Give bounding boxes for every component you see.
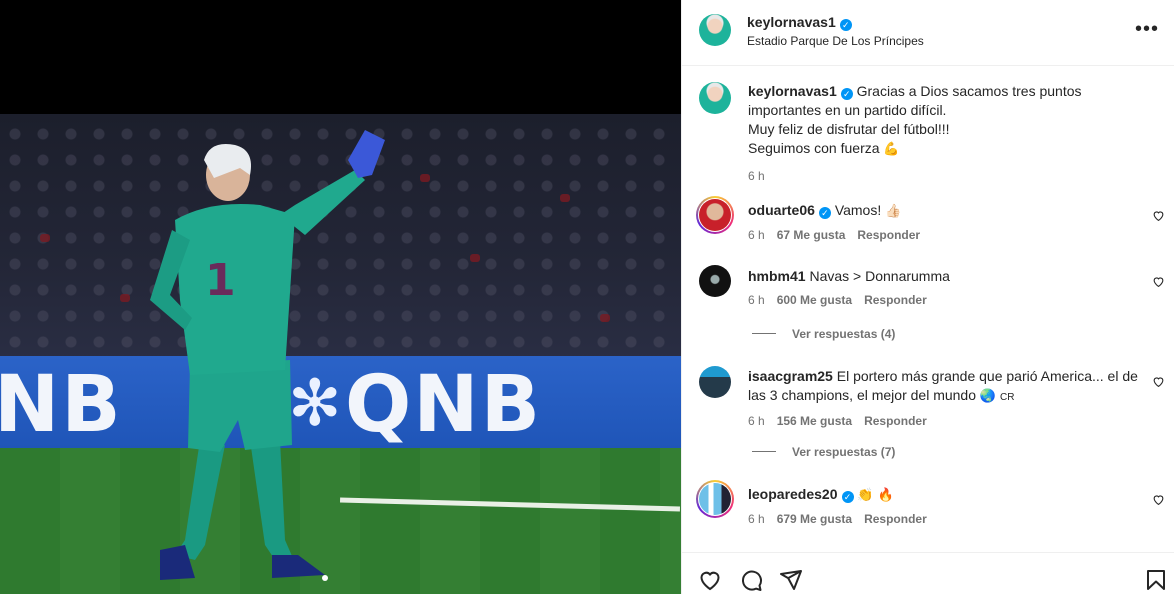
verified-badge-icon: ✓ [818,207,831,219]
caption-line-3: Seguimos con fuerza [748,140,880,156]
verified-badge-icon: ✓ [840,88,853,100]
comment-avatar[interactable] [696,480,734,518]
comment-username[interactable]: oduarte06 [748,202,815,218]
comment-avatar[interactable] [696,196,734,234]
view-replies-button[interactable]: Ver respuestas (7) [752,445,895,459]
comment-likes[interactable]: 600 Me gusta [777,293,852,307]
svg-text:1: 1 [205,255,236,306]
caption-author-avatar[interactable] [699,82,731,114]
reply-button[interactable]: Responder [864,293,927,307]
reply-button[interactable]: Responder [857,228,920,242]
heart-icon[interactable] [698,568,722,592]
share-icon[interactable] [779,568,803,592]
comment-item: isaacgram25 El portero más grande que pa… [748,367,1138,431]
flexed-biceps-emoji: 💪 [883,142,900,157]
instagram-post-view: NB ✻ QNB 1 keylornavas1 ✓ Estadio Parque… [0,0,1174,594]
comment-username[interactable]: isaacgram25 [748,368,833,384]
thumbs-up-emoji: 👍🏻 [885,204,902,219]
more-options-icon[interactable]: ••• [1135,18,1159,41]
bookmark-icon[interactable] [1144,568,1168,592]
caption-username[interactable]: keylornavas1 [748,83,837,99]
post-actions-bar [682,552,1174,595]
comment-icon[interactable] [739,568,763,592]
comment-text: Navas > Donnarumma [809,268,950,284]
comment-likes[interactable]: 67 Me gusta [777,228,846,242]
post-photo[interactable]: NB ✻ QNB 1 [0,0,681,594]
comment-suffix: CR [999,392,1015,403]
comment-username[interactable]: hmbm41 [748,268,806,284]
comment-avatar[interactable] [699,265,731,297]
comment-like-heart-icon[interactable] [1152,209,1165,222]
author-avatar[interactable] [699,14,731,46]
comment-likes[interactable]: 156 Me gusta [777,414,852,428]
comment-like-heart-icon[interactable] [1152,375,1165,388]
comment-time[interactable]: 6 h [748,414,765,428]
comment-item: leoparedes20 ✓ 👏 🔥 6 h 679 Me gusta Respond… [748,485,1138,529]
comment-like-heart-icon[interactable] [1152,493,1165,506]
comment-item: oduarte06 ✓ Vamos! 👍🏻 6 h 67 Me gusta Respo… [748,201,1138,245]
post-location[interactable]: Estadio Parque De Los Príncipes [747,34,924,48]
verified-badge-icon: ✓ [839,19,852,31]
view-replies-button[interactable]: Ver respuestas (4) [752,327,895,341]
caption-time[interactable]: 6 h [748,167,1148,186]
comment-text: Vamos! [834,202,882,218]
comment-time[interactable]: 6 h [748,512,765,526]
post-header: keylornavas1 ✓ Estadio Parque De Los Prín… [682,0,1174,66]
post-caption: keylornavas1 ✓ Gracias a Dios sacamos tre… [748,82,1148,186]
author-username[interactable]: keylornavas1 [747,14,836,30]
comment-avatar[interactable] [699,366,731,398]
comment-item: hmbm41 Navas > Donnarumma 6 h 600 Me gust… [748,267,1138,310]
comment-username[interactable]: leoparedes20 [748,486,838,502]
caption-line-2: Muy feliz de disfrutar del fútbol!!! [748,121,950,137]
comment-likes[interactable]: 679 Me gusta [777,512,852,526]
reply-button[interactable]: Responder [864,512,927,526]
comment-time[interactable]: 6 h [748,228,765,242]
globe-emoji: 🌏 [979,389,997,404]
comment-time[interactable]: 6 h [748,293,765,307]
comment-like-heart-icon[interactable] [1152,275,1165,288]
verified-badge-icon: ✓ [841,491,854,503]
clap-fire-emoji: 👏 🔥 [857,488,894,503]
goalkeeper-figure: 1 [150,130,385,580]
post-sidebar: keylornavas1 ✓ Estadio Parque De Los Prín… [681,0,1174,594]
carousel-indicator[interactable] [322,575,328,581]
reply-button[interactable]: Responder [864,414,927,428]
